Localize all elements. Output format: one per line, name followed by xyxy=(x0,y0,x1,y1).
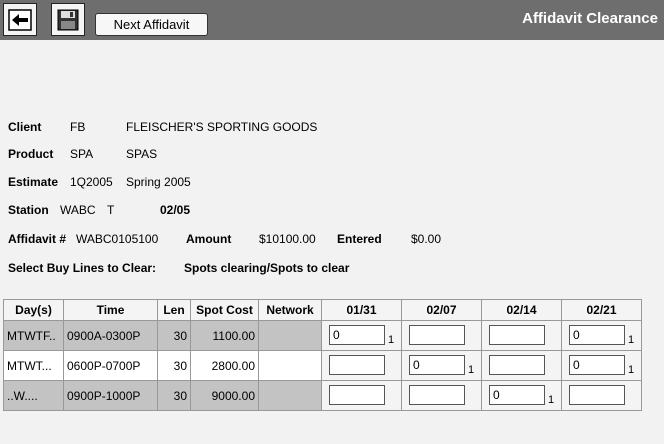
entered-value: $0.00 xyxy=(411,232,442,246)
table-row[interactable]: ..W.... 0900P-1000P 30 9000.00 1 xyxy=(3,380,642,411)
header-len: Len xyxy=(157,299,191,321)
screen-title: Affidavit Clearance xyxy=(522,10,658,27)
table-row[interactable]: MTWTF.. 0900A-0300P 30 1100.00 1 1 xyxy=(3,320,642,351)
select-buy-lines-label: Select Buy Lines to Clear: xyxy=(8,261,157,275)
week-cell: 1 xyxy=(561,320,642,351)
toolbar: Next Affidavit Affidavit Clearance xyxy=(0,0,664,40)
week-cell xyxy=(481,350,562,381)
spots-to-clear: 1 xyxy=(468,363,475,376)
station-media: T xyxy=(107,203,115,217)
spots-input[interactable] xyxy=(329,355,385,376)
client-name: FLEISCHER'S SPORTING GOODS xyxy=(126,120,318,134)
spots-clearing-label: Spots clearing/Spots to clear xyxy=(184,261,350,275)
row-len: 30 xyxy=(157,350,191,381)
week-cell: 1 xyxy=(561,350,642,381)
header-week-4: 02/21 xyxy=(561,299,642,321)
header-days: Day(s) xyxy=(3,299,64,321)
back-button[interactable] xyxy=(3,3,37,36)
station-period: 02/05 xyxy=(160,203,191,217)
week-cell xyxy=(401,380,482,411)
row-days: MTWTF.. xyxy=(3,320,64,351)
estimate-code: 1Q2005 xyxy=(70,175,113,189)
spots-input[interactable] xyxy=(329,325,385,346)
table-row[interactable]: MTWT... 0600P-0700P 30 2800.00 1 1 xyxy=(3,350,642,381)
buy-lines-table: Day(s) Time Len Spot Cost Network 01/31 … xyxy=(3,299,642,411)
product-label: Product xyxy=(8,147,54,161)
spots-input[interactable] xyxy=(489,355,545,376)
row-network xyxy=(258,380,322,411)
spots-input[interactable] xyxy=(569,385,625,406)
back-arrow-icon xyxy=(8,8,32,31)
row-spot-cost: 2800.00 xyxy=(190,350,259,381)
client-code: FB xyxy=(70,120,86,134)
header-time: Time xyxy=(63,299,158,321)
header-week-2: 02/07 xyxy=(401,299,482,321)
row-spot-cost: 9000.00 xyxy=(190,380,259,411)
estimate-label: Estimate xyxy=(8,175,59,189)
affidavit-number: WABC0105100 xyxy=(76,232,159,246)
week-cell: 1 xyxy=(481,380,562,411)
header-week-1: 01/31 xyxy=(321,299,402,321)
row-time: 0900P-1000P xyxy=(63,380,158,411)
spots-to-clear: 1 xyxy=(548,393,555,406)
spots-to-clear: 1 xyxy=(388,333,395,346)
row-time: 0600P-0700P xyxy=(63,350,158,381)
save-button[interactable] xyxy=(51,3,85,36)
week-cell: 1 xyxy=(401,350,482,381)
affidavit-label: Affidavit # xyxy=(8,232,67,246)
next-affidavit-button[interactable]: Next Affidavit xyxy=(95,13,208,36)
table-header-row: Day(s) Time Len Spot Cost Network 01/31 … xyxy=(3,299,642,321)
week-cell xyxy=(401,320,482,351)
row-time: 0900A-0300P xyxy=(63,320,158,351)
spots-input[interactable] xyxy=(489,385,545,406)
spots-to-clear: 1 xyxy=(628,363,635,376)
row-len: 30 xyxy=(157,320,191,351)
amount-value: $10100.00 xyxy=(259,232,316,246)
week-cell: 1 xyxy=(321,320,402,351)
save-disk-icon xyxy=(57,9,79,30)
row-len: 30 xyxy=(157,380,191,411)
client-label: Client xyxy=(8,120,42,134)
estimate-name: Spring 2005 xyxy=(126,175,191,189)
product-code: SPA xyxy=(70,147,94,161)
station-label: Station xyxy=(8,203,49,217)
station-code: WABC xyxy=(60,203,96,217)
product-name: SPAS xyxy=(126,147,158,161)
header-week-3: 02/14 xyxy=(481,299,562,321)
row-days: MTWT... xyxy=(3,350,64,381)
row-network xyxy=(258,350,322,381)
week-cell xyxy=(321,380,402,411)
spots-input[interactable] xyxy=(409,355,465,376)
row-network xyxy=(258,320,322,351)
week-cell xyxy=(561,380,642,411)
entered-label: Entered xyxy=(337,232,382,246)
week-cell xyxy=(481,320,562,351)
row-days: ..W.... xyxy=(3,380,64,411)
spots-input[interactable] xyxy=(409,325,465,346)
spots-input[interactable] xyxy=(569,325,625,346)
spots-input[interactable] xyxy=(489,325,545,346)
spots-to-clear: 1 xyxy=(628,333,635,346)
spots-input[interactable] xyxy=(569,355,625,376)
row-spot-cost: 1100.00 xyxy=(190,320,259,351)
spots-input[interactable] xyxy=(329,385,385,406)
header-network: Network xyxy=(258,299,322,321)
header-spot-cost: Spot Cost xyxy=(190,299,259,321)
week-cell xyxy=(321,350,402,381)
spots-input[interactable] xyxy=(409,385,465,406)
amount-label: Amount xyxy=(186,232,232,246)
